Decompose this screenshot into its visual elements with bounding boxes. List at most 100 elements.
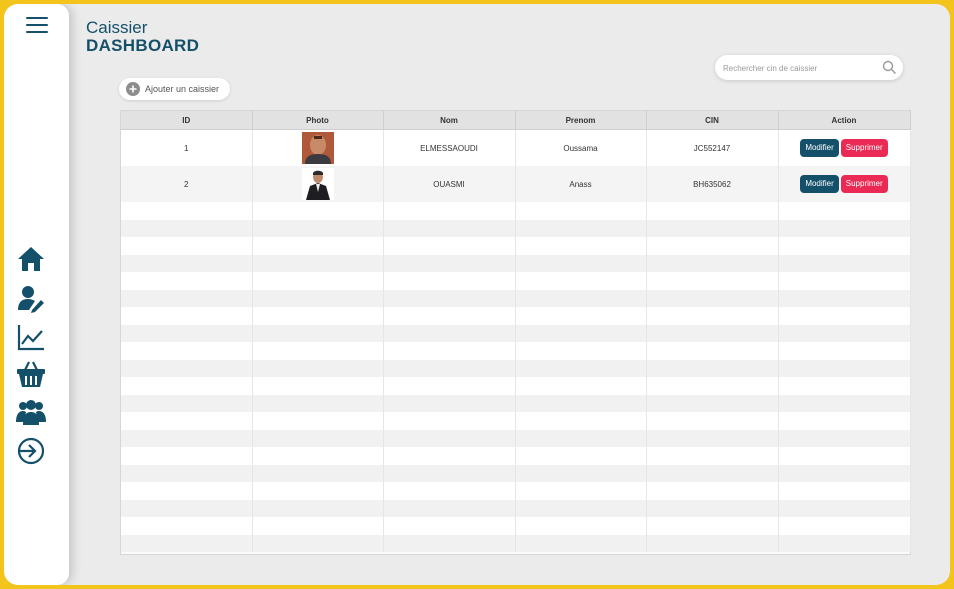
column-header-nom[interactable]: Nom: [383, 111, 516, 130]
column-header-prenom[interactable]: Prenom: [515, 111, 647, 130]
empty-cell: [121, 499, 253, 517]
empty-cell: [121, 394, 253, 412]
empty-cell: [383, 412, 516, 430]
empty-cell: [252, 202, 384, 220]
empty-cell: [252, 464, 384, 482]
empty-cell: [778, 482, 911, 500]
empty-cell: [778, 359, 911, 377]
empty-row: [121, 464, 911, 482]
sign-in-icon[interactable]: [16, 436, 46, 466]
cell-prenom: Anass: [515, 166, 647, 202]
empty-cell: [252, 534, 384, 552]
empty-cell: [121, 359, 253, 377]
delete-button[interactable]: Supprimer: [840, 139, 888, 157]
empty-cell: [515, 254, 647, 272]
empty-cell: [778, 202, 911, 220]
empty-cell: [252, 237, 384, 255]
column-header-photo[interactable]: Photo: [252, 111, 384, 130]
cashier-table: ID Photo Nom Prenom CIN Action 1 ELMESSA…: [120, 110, 911, 555]
empty-cell: [383, 499, 516, 517]
cell-prenom: Oussama: [515, 129, 647, 166]
empty-row: [121, 324, 911, 342]
empty-cell: [121, 342, 253, 360]
empty-row: [121, 377, 911, 395]
chart-line-icon[interactable]: [16, 322, 46, 352]
empty-cell: [383, 447, 516, 465]
empty-row: [121, 289, 911, 307]
cell-nom: OUASMI: [383, 166, 516, 202]
empty-cell: [646, 289, 779, 307]
page-title-small: Caissier: [86, 18, 148, 37]
empty-cell: [383, 324, 516, 342]
empty-cell: [646, 447, 779, 465]
empty-cell: [121, 534, 253, 552]
column-header-action[interactable]: Action: [778, 111, 911, 130]
cell-cin: JC552147: [646, 129, 779, 166]
empty-cell: [252, 359, 384, 377]
modify-button[interactable]: Modifier: [800, 139, 839, 157]
empty-cell: [778, 219, 911, 237]
empty-cell: [383, 202, 516, 220]
home-icon[interactable]: [16, 244, 46, 274]
search-icon[interactable]: [882, 60, 897, 75]
cell-cin: BH635062: [646, 166, 779, 202]
empty-row: [121, 237, 911, 255]
empty-cell: [383, 289, 516, 307]
empty-cell: [383, 237, 516, 255]
empty-cell: [515, 359, 647, 377]
sidebar: [4, 4, 69, 585]
empty-cell: [778, 464, 911, 482]
empty-cell: [646, 517, 779, 535]
empty-cell: [252, 324, 384, 342]
users-icon[interactable]: [16, 397, 46, 427]
empty-cell: [515, 219, 647, 237]
empty-cell: [778, 447, 911, 465]
empty-cell: [383, 464, 516, 482]
empty-cell: [121, 517, 253, 535]
empty-cell: [121, 447, 253, 465]
user-edit-icon[interactable]: [16, 284, 46, 314]
empty-cell: [121, 464, 253, 482]
hamburger-menu-icon[interactable]: [26, 17, 48, 35]
empty-cell: [252, 517, 384, 535]
empty-cell: [121, 272, 253, 290]
empty-cell: [646, 202, 779, 220]
empty-cell: [646, 219, 779, 237]
empty-cell: [778, 289, 911, 307]
empty-row: [121, 499, 911, 517]
empty-cell: [778, 394, 911, 412]
empty-cell: [778, 517, 911, 535]
add-cashier-button[interactable]: Ajouter un caissier: [119, 78, 230, 100]
empty-row: [121, 412, 911, 430]
empty-cell: [252, 499, 384, 517]
empty-cell: [646, 237, 779, 255]
basket-icon[interactable]: [16, 359, 46, 389]
empty-cell: [383, 359, 516, 377]
empty-cell: [515, 394, 647, 412]
empty-cell: [121, 307, 253, 325]
empty-cell: [778, 324, 911, 342]
empty-cell: [515, 517, 647, 535]
column-header-id[interactable]: ID: [121, 111, 253, 130]
empty-cell: [121, 482, 253, 500]
column-header-cin[interactable]: CIN: [646, 111, 779, 130]
cell-id: 2: [121, 166, 253, 202]
empty-cell: [383, 219, 516, 237]
search-input[interactable]: [721, 58, 875, 78]
app-frame: Caissier DASHBOARD Ajouter un caissier: [4, 4, 950, 585]
empty-cell: [646, 342, 779, 360]
empty-cell: [121, 412, 253, 430]
table-row: 2 OUASMI Anass BH635062 Modifier Supprim…: [121, 166, 911, 202]
add-cashier-label: Ajouter un caissier: [145, 84, 220, 94]
empty-cell: [252, 412, 384, 430]
empty-cell: [252, 307, 384, 325]
delete-button[interactable]: Supprimer: [840, 175, 888, 193]
empty-cell: [121, 324, 253, 342]
avatar: [301, 132, 334, 164]
empty-cell: [252, 482, 384, 500]
empty-cell: [121, 254, 253, 272]
cell-action: Modifier Supprimer: [778, 129, 911, 166]
modify-button[interactable]: Modifier: [800, 175, 839, 193]
empty-cell: [252, 272, 384, 290]
empty-cell: [646, 482, 779, 500]
